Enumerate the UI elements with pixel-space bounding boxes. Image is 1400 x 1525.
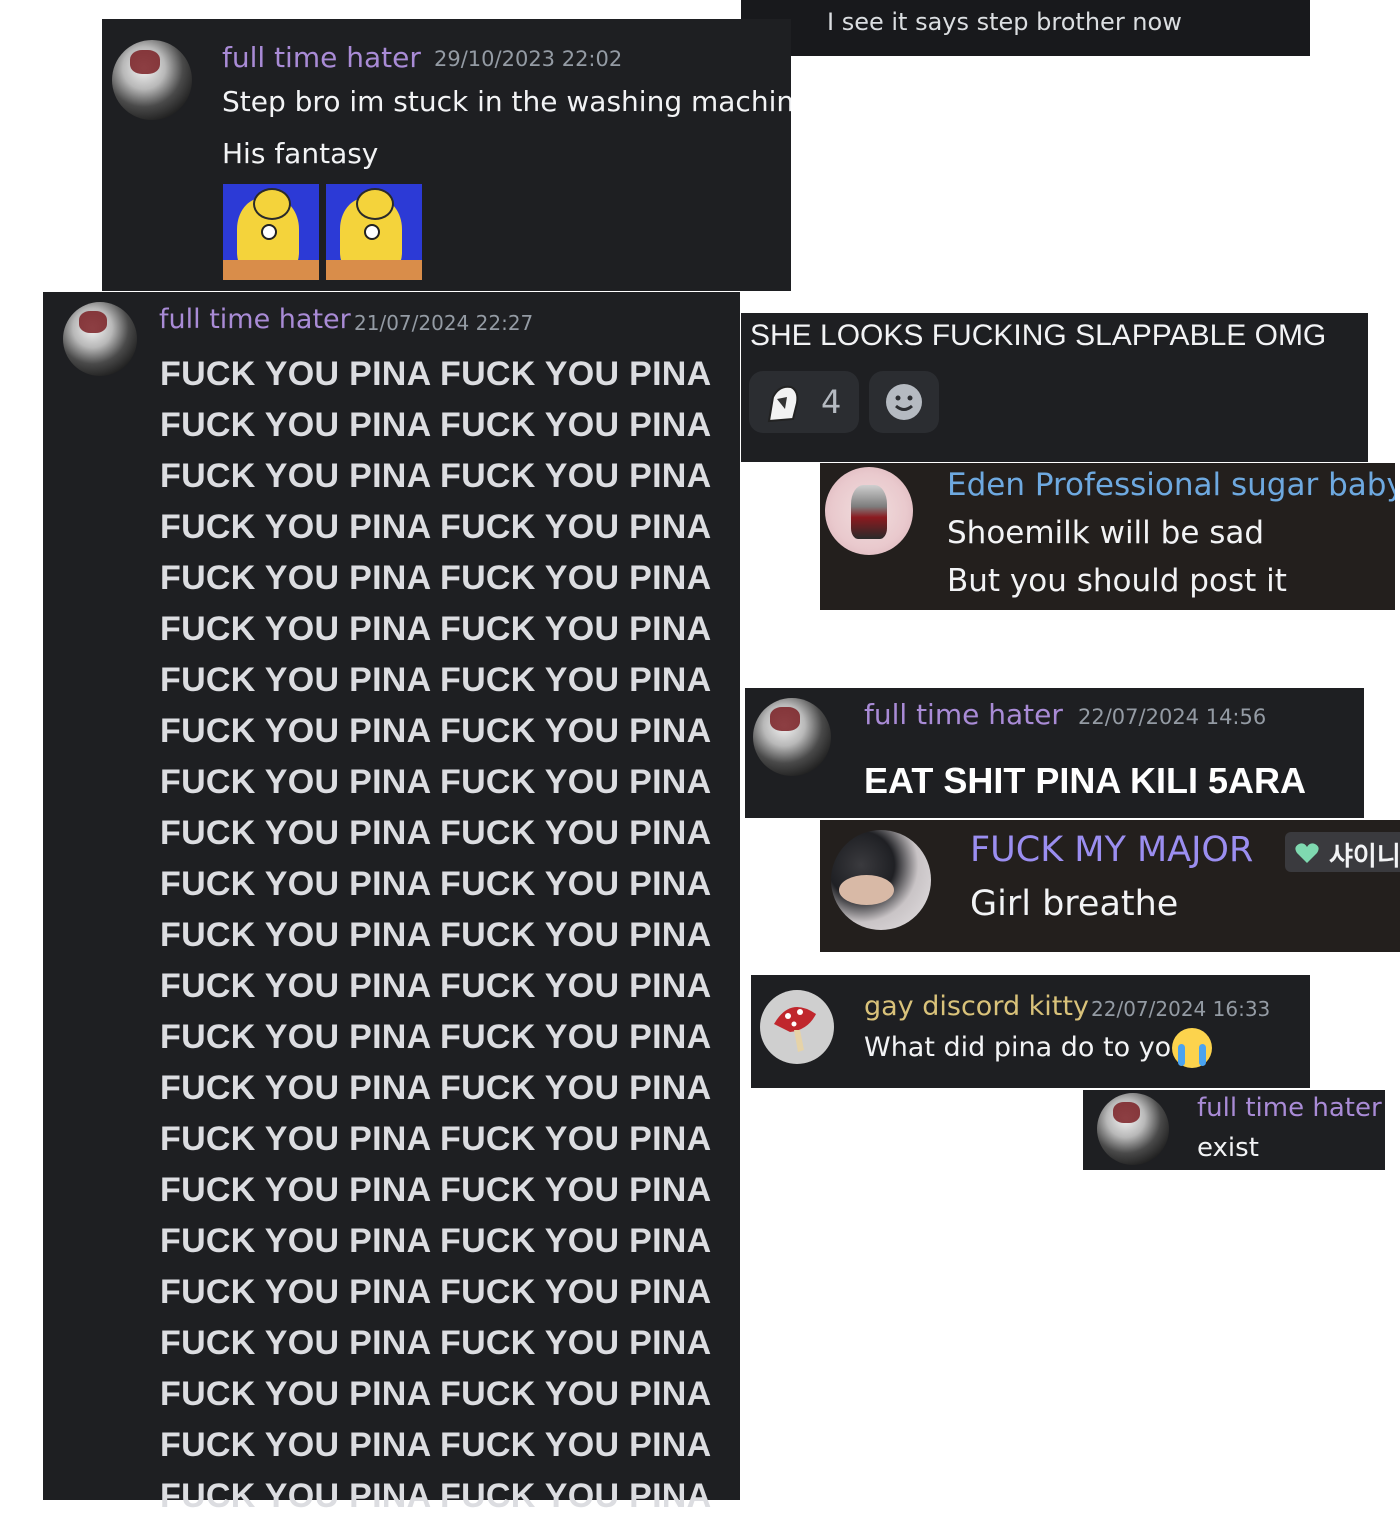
spam-line: FUCK YOU PINA FUCK YOU PINA xyxy=(160,1018,712,1056)
username[interactable]: full time hater xyxy=(159,304,351,335)
spam-line: FUCK YOU PINA FUCK YOU PINA xyxy=(160,1426,712,1464)
message-text: I see it says step brother now xyxy=(827,8,1182,36)
custom-emoji-icon xyxy=(767,385,799,423)
spam-line: FUCK YOU PINA FUCK YOU PINA xyxy=(160,508,712,546)
message-text: EAT SHIT PINA KILI 5ARA xyxy=(864,760,1307,801)
spam-line: FUCK YOU PINA FUCK YOU PINA xyxy=(160,355,712,393)
spam-message-block: FUCK YOU PINA FUCK YOU PINA FUCK YOU PINA… xyxy=(160,352,720,1525)
spam-line: FUCK YOU PINA FUCK YOU PINA xyxy=(160,1273,712,1311)
avatar[interactable] xyxy=(831,830,931,930)
avatar[interactable] xyxy=(1097,1093,1169,1165)
spam-line: FUCK YOU PINA FUCK YOU PINA xyxy=(160,865,712,903)
message-panel-eat-shit: full time hater 22/07/2024 14:56 EAT SHI… xyxy=(745,688,1364,818)
timestamp: 22/07/2024 14:56 xyxy=(1078,705,1267,729)
spam-line: FUCK YOU PINA FUCK YOU PINA xyxy=(160,967,712,1005)
username[interactable]: full time hater xyxy=(1197,1093,1382,1123)
spam-line: FUCK YOU PINA FUCK YOU PINA xyxy=(160,916,712,954)
message-line-2: But you should post it xyxy=(947,563,1287,599)
spam-line: FUCK YOU PINA FUCK YOU PINA xyxy=(160,610,712,648)
add-reaction-icon xyxy=(886,384,922,420)
message-panel-kitty: gay discord kitty 22/07/2024 16:33 What … xyxy=(751,975,1310,1088)
crying-emoji-icon xyxy=(1172,1028,1212,1068)
spam-line: FUCK YOU PINA FUCK YOU PINA xyxy=(160,712,712,750)
heart-icon xyxy=(1295,843,1319,863)
spam-line: FUCK YOU PINA FUCK YOU PINA xyxy=(160,1120,712,1158)
spam-line: FUCK YOU PINA FUCK YOU PINA xyxy=(160,559,712,597)
spam-line: FUCK YOU PINA FUCK YOU PINA xyxy=(160,1069,712,1107)
avatar[interactable] xyxy=(825,467,913,555)
image-attachment-2[interactable] xyxy=(326,184,422,280)
reaction-button[interactable]: 4 xyxy=(749,371,859,433)
mushroom-icon xyxy=(774,1006,816,1052)
message-line-1: Step bro im stuck in the washing machine xyxy=(222,85,791,118)
spam-line: FUCK YOU PINA FUCK YOU PINA xyxy=(160,814,712,852)
timestamp: 21/07/2024 22:27 xyxy=(354,311,534,335)
username[interactable]: full time hater xyxy=(222,41,421,74)
timestamp: 22/07/2024 16:33 xyxy=(1091,997,1271,1021)
spam-line: FUCK YOU PINA FUCK YOU PINA xyxy=(160,763,712,801)
message-line-1: Shoemilk will be sad xyxy=(947,515,1265,551)
avatar[interactable] xyxy=(63,302,137,376)
image-attachment-1[interactable] xyxy=(223,184,319,280)
timestamp: 29/10/2023 22:02 xyxy=(434,47,623,71)
avatar[interactable] xyxy=(112,40,192,120)
message-panel-exist: full time hater exist xyxy=(1083,1090,1385,1170)
username[interactable]: full time hater xyxy=(864,698,1063,731)
avatar[interactable] xyxy=(753,698,831,776)
message-line-2: His fantasy xyxy=(222,137,379,170)
message-panel-washing-machine: full time hater 29/10/2023 22:02 Step br… xyxy=(102,19,791,291)
message-text: exist xyxy=(1197,1133,1259,1163)
message-panel-slappable: SHE LOOKS FUCKING SLAPPABLE OMG 4 xyxy=(741,313,1368,462)
message-text: What did pina do to you xyxy=(864,1032,1189,1063)
spam-line: FUCK YOU PINA FUCK YOU PINA xyxy=(160,1222,712,1260)
username[interactable]: Eden Professional sugar baby xyxy=(947,467,1395,503)
message-text: SHE LOOKS FUCKING SLAPPABLE OMG xyxy=(750,319,1327,352)
message-panel-eden: Eden Professional sugar baby Shoemilk wi… xyxy=(820,463,1395,610)
spam-line: FUCK YOU PINA FUCK YOU PINA xyxy=(160,1171,712,1209)
spam-line: FUCK YOU PINA FUCK YOU PINA xyxy=(160,406,712,444)
spam-line: FUCK YOU PINA FUCK YOU PINA xyxy=(160,1324,712,1362)
message-panel-step-brother: I see it says step brother now xyxy=(741,0,1310,56)
spam-line: FUCK YOU PINA FUCK YOU PINA xyxy=(160,457,712,495)
role-tag-label: 샤이니 xyxy=(1329,842,1400,872)
message-text: Girl breathe xyxy=(970,884,1179,924)
message-panel-major: FUCK MY MAJOR 샤이니 Girl breathe xyxy=(820,820,1400,952)
spam-line: FUCK YOU PINA FUCK YOU PINA xyxy=(160,1375,712,1413)
spam-line: FUCK YOU PINA FUCK YOU PINA xyxy=(160,661,712,699)
username[interactable]: FUCK MY MAJOR xyxy=(970,830,1253,870)
avatar[interactable] xyxy=(760,990,834,1064)
reaction-count: 4 xyxy=(821,383,842,421)
add-reaction-button[interactable] xyxy=(869,371,939,433)
role-tag: 샤이니 xyxy=(1285,832,1400,872)
username[interactable]: gay discord kitty xyxy=(864,991,1089,1022)
